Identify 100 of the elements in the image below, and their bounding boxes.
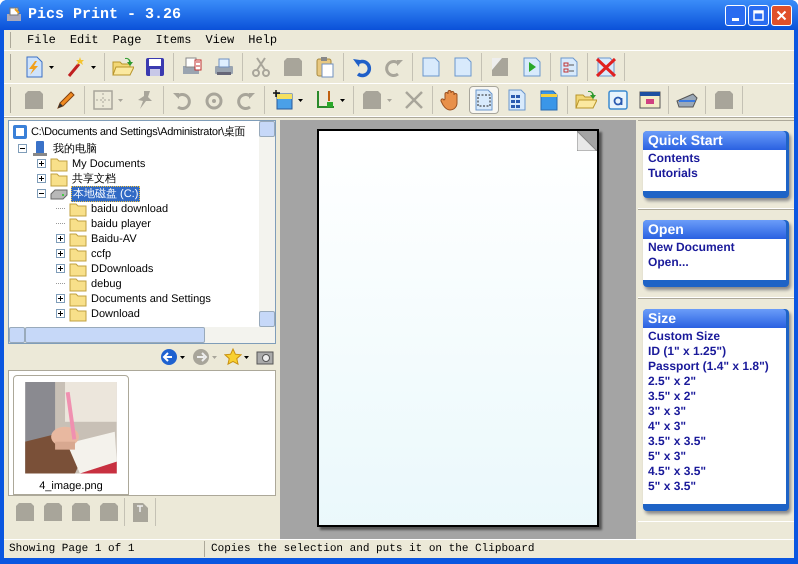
menu-item[interactable]: Help xyxy=(248,31,278,49)
tree-item[interactable]: debug xyxy=(90,276,123,290)
blank-page-icon xyxy=(98,501,120,523)
panel-link[interactable]: Passport (1.4" x 1.8") xyxy=(648,359,781,374)
blank-page-icon xyxy=(70,501,92,523)
panel-title: Open xyxy=(643,220,786,239)
tree-item[interactable]: ccfp xyxy=(90,246,112,260)
panel-link[interactable]: Contents xyxy=(648,151,781,166)
tree-item[interactable]: DDownloads xyxy=(90,262,154,276)
page-icon xyxy=(420,56,442,78)
crop-icon xyxy=(314,89,336,111)
forward-icon xyxy=(192,348,210,366)
image-move-icon xyxy=(272,89,294,111)
panel-link[interactable]: ID (1" x 1.25") xyxy=(648,344,781,359)
maximize-icon xyxy=(753,10,764,20)
app-icon xyxy=(6,7,22,23)
blank-page-icon xyxy=(713,89,735,111)
tree-item[interactable]: My Documents xyxy=(71,156,146,170)
expand-toggle[interactable] xyxy=(37,174,46,183)
dropdown-arrow-icon xyxy=(244,353,250,361)
blank-page-icon xyxy=(42,501,64,523)
close-icon xyxy=(776,10,787,20)
folder-icon xyxy=(69,216,87,232)
toolbar-button[interactable] xyxy=(469,86,499,114)
tree-item[interactable]: 共享文档 xyxy=(71,172,117,186)
selection-page-icon xyxy=(473,89,495,111)
expand-toggle[interactable] xyxy=(37,159,46,168)
checklist-page-icon xyxy=(558,56,580,78)
panel-title: Size xyxy=(643,309,786,328)
tree-item[interactable]: 我的电脑 xyxy=(52,142,98,156)
status-text: Showing Page 1 of 1 xyxy=(8,542,136,557)
close-button[interactable] xyxy=(771,4,792,26)
menu-item[interactable]: View xyxy=(205,31,234,49)
panel-link[interactable]: 4" x 3" xyxy=(648,419,781,434)
expand-toggle[interactable] xyxy=(56,249,65,258)
star-icon xyxy=(224,348,242,366)
menu-item[interactable]: Page xyxy=(112,31,142,49)
blank-page-icon xyxy=(23,89,45,111)
panel-link[interactable]: 3.5" x 2" xyxy=(648,389,781,404)
expand-toggle[interactable] xyxy=(56,264,65,273)
page-icon xyxy=(489,56,511,78)
panel-link[interactable]: Custom Size xyxy=(648,329,781,344)
printer-icon xyxy=(213,56,235,78)
panel-link[interactable]: 4.5" x 3.5" xyxy=(648,464,781,479)
horizontal-scrollbar[interactable] xyxy=(9,327,275,343)
thumbnail-card[interactable]: 4_image.png xyxy=(13,375,129,495)
expand-toggle[interactable] xyxy=(56,294,65,303)
tree-item[interactable]: Download xyxy=(90,306,141,320)
grid-layout-icon xyxy=(506,89,528,111)
vertical-scrollbar[interactable] xyxy=(259,121,275,327)
grid-icon xyxy=(92,89,114,111)
tree-item[interactable]: Baidu-AV xyxy=(90,232,138,246)
menu-item[interactable]: Edit xyxy=(70,31,99,49)
panel-title: Quick Start xyxy=(643,131,786,150)
panel-link[interactable]: 3.5" x 3.5" xyxy=(648,434,781,449)
nav-button[interactable] xyxy=(160,348,186,366)
folder-icon xyxy=(50,156,68,172)
play-page-icon xyxy=(521,56,543,78)
tree-path: C:\Documents and Settings\Administrator\桌面 xyxy=(31,124,246,140)
expand-toggle[interactable] xyxy=(56,309,65,318)
open-folder-icon xyxy=(575,89,597,111)
menu-item[interactable]: File xyxy=(27,31,56,49)
computer-icon xyxy=(31,140,49,156)
folder-icon xyxy=(50,170,68,186)
dropdown-arrow-icon xyxy=(180,353,186,361)
tree-item[interactable]: 本地磁盘 (C:) xyxy=(71,186,140,202)
panel-link[interactable]: 5" x 3" xyxy=(648,449,781,464)
maximize-button[interactable] xyxy=(748,4,769,26)
panel-link[interactable]: Tutorials xyxy=(648,166,781,181)
pencil-icon xyxy=(55,89,77,111)
folder-icon xyxy=(69,290,87,306)
scissors-icon xyxy=(250,56,272,78)
folder-icon xyxy=(69,306,87,322)
tree-item[interactable]: baidu download xyxy=(90,202,170,216)
undo-icon xyxy=(351,56,373,78)
dropdown-arrow-icon xyxy=(212,353,218,361)
clipboard-icon xyxy=(314,56,336,78)
text-icon xyxy=(607,89,629,111)
blank-page-icon xyxy=(14,501,36,523)
menu-item[interactable]: Items xyxy=(155,31,192,49)
panel-link[interactable]: New Document xyxy=(648,240,781,255)
page-corner-icon xyxy=(577,131,597,151)
collapse-toggle[interactable] xyxy=(37,189,46,198)
blank-page-icon xyxy=(282,56,304,78)
back-icon xyxy=(160,348,178,366)
panel-link[interactable]: 3" x 3" xyxy=(648,404,781,419)
folder-icon xyxy=(69,276,87,292)
collapse-toggle[interactable] xyxy=(18,144,27,153)
tree-item[interactable]: baidu player xyxy=(90,216,152,230)
window-title: Pics Print - 3.26 xyxy=(28,4,182,25)
tree-item[interactable]: Documents and Settings xyxy=(90,292,212,306)
magic-wand-icon xyxy=(65,56,87,78)
folder-icon xyxy=(69,260,87,276)
minimize-button[interactable] xyxy=(725,4,746,26)
panel-link[interactable]: Open... xyxy=(648,255,781,270)
open-folder-icon xyxy=(112,56,134,78)
panel-link[interactable]: 2.5" x 2" xyxy=(648,374,781,389)
panel-link[interactable]: 5" x 3.5" xyxy=(648,479,781,494)
expand-toggle[interactable] xyxy=(56,234,65,243)
status-text: Copies the selection and puts it on the Clipboard xyxy=(204,540,534,558)
